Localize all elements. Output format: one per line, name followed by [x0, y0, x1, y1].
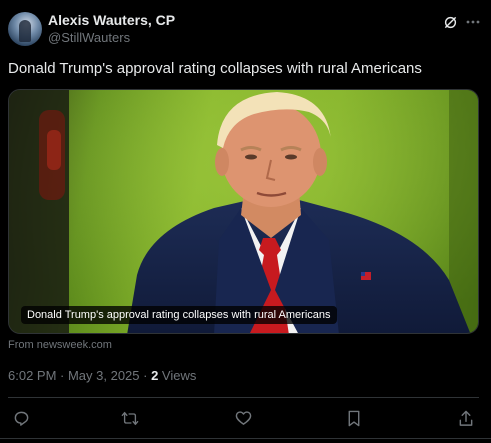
grok-icon	[444, 16, 456, 28]
repost-icon	[121, 411, 139, 425]
like-button[interactable]	[233, 408, 253, 428]
post[interactable]: Alexis Wauters, CP @StillWauters Donald …	[0, 0, 491, 443]
photo-illustration	[9, 90, 478, 333]
repost-button[interactable]	[120, 408, 140, 428]
views-label: Views	[158, 368, 197, 383]
media-card[interactable]: Donald Trump's approval rating collapses…	[8, 89, 479, 334]
post-meta: 6:02 PM · May 3, 2025 · 2 Views	[8, 368, 196, 383]
like-icon	[235, 411, 251, 425]
reply-icon	[14, 411, 28, 426]
reply-button[interactable]	[11, 408, 31, 428]
avatar[interactable]	[8, 12, 42, 46]
post-text: Donald Trump's approval rating collapses…	[8, 60, 422, 77]
divider	[8, 397, 479, 398]
author-display-name[interactable]: Alexis Wauters, CP	[48, 12, 175, 28]
share-icon	[459, 410, 473, 426]
bottom-divider	[0, 438, 491, 439]
media-caption: Donald Trump's approval rating collapses…	[21, 306, 337, 324]
post-timestamp[interactable]: 6:02 PM · May 3, 2025 ·	[8, 368, 151, 383]
article-photo	[9, 90, 478, 333]
bookmark-icon	[348, 410, 360, 426]
more-icon	[466, 20, 480, 24]
grok-button[interactable]	[440, 12, 460, 32]
share-button[interactable]	[456, 408, 476, 428]
link-source[interactable]: From newsweek.com	[8, 339, 112, 351]
more-options-button[interactable]	[463, 12, 483, 32]
bookmark-button[interactable]	[344, 408, 364, 428]
author-handle[interactable]: @StillWauters	[48, 30, 130, 45]
avatar-figure	[19, 20, 31, 42]
